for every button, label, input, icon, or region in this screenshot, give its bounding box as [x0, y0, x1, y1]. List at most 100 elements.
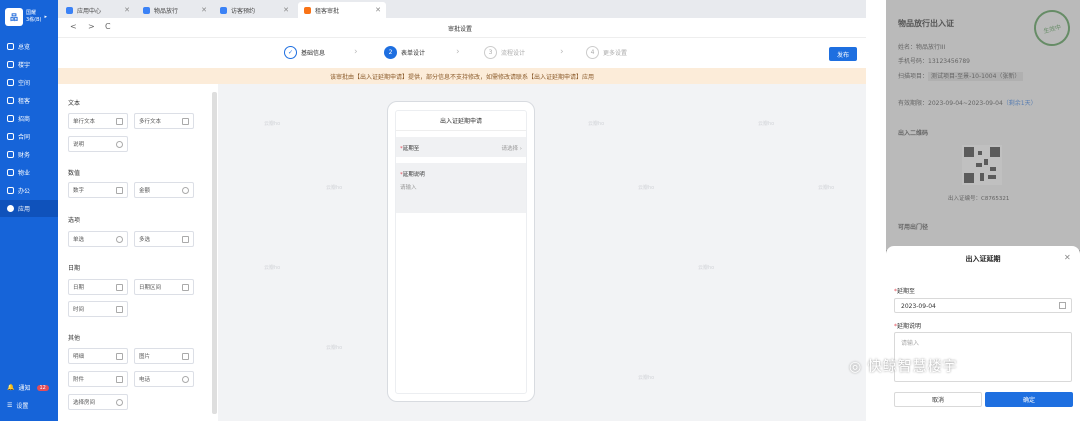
pass-cert-number: 出入证编号：C8765321	[948, 196, 1010, 202]
org-switcher[interactable]: 品 国耀 3栋(B) ▸	[5, 5, 55, 29]
confirm-button[interactable]: 确定	[985, 392, 1073, 407]
step-number: 2	[384, 46, 397, 59]
building-icon	[7, 61, 14, 68]
group-title-number: 数值	[68, 170, 81, 177]
group-title-other: 其他	[68, 335, 81, 342]
gate-section-title: 可用出门径	[898, 224, 929, 231]
field-select-room[interactable]: 选择房间	[68, 394, 128, 410]
close-icon[interactable]: ✕	[124, 6, 130, 14]
tab-visitor[interactable]: 访客预约 ✕	[214, 2, 294, 18]
form-field-extend-note[interactable]: *延期说明 请输入	[396, 163, 526, 213]
brand-text: 快鲸智慧楼宇	[867, 359, 958, 375]
close-icon[interactable]: ✕	[375, 6, 381, 14]
tab-app-center[interactable]: 应用中心 ✕	[60, 2, 135, 18]
field-label: 时间	[73, 307, 85, 313]
step-number: 3	[484, 46, 497, 59]
field-date[interactable]: 日期	[68, 279, 128, 295]
field-image[interactable]: 图片	[134, 348, 194, 364]
field-multi-text[interactable]: 多行文本	[134, 113, 194, 129]
field-number[interactable]: 数字	[68, 182, 128, 198]
org-building: 3栋(B)	[26, 17, 42, 23]
field-placeholder-extend-to: 请选择 ›	[501, 146, 522, 152]
step-more-settings[interactable]: 4 更多设置	[586, 46, 627, 59]
sidebar-item-label: 空间	[18, 80, 31, 87]
tab-tenant-approval[interactable]: 租客审批 ✕	[298, 2, 386, 18]
step-flow-design[interactable]: 3 流程设计	[484, 46, 525, 59]
sidebar-item-space[interactable]: 空间	[0, 74, 58, 91]
sidebar-item-office[interactable]: 办公	[0, 182, 58, 199]
item-release-icon	[143, 6, 150, 14]
watermark: 云瓣ho	[264, 265, 281, 271]
back-button[interactable]: <	[70, 22, 77, 31]
field-time[interactable]: 时间	[68, 301, 128, 317]
form-field-extend-to[interactable]: *延期至 请选择 ›	[396, 137, 526, 157]
extend-date-input[interactable]: 2023-09-04	[894, 298, 1072, 313]
table-icon	[116, 353, 123, 360]
pass-project: 扫描项目： 测试项目-至景-10-1004（张新）	[898, 71, 1024, 81]
field-label: 说明	[73, 142, 85, 148]
sidebar-item-property[interactable]: 物业	[0, 164, 58, 181]
sidebar-item-settings[interactable]: ☰ 设置	[0, 397, 58, 414]
qr-section-title: 出入二维码	[898, 130, 929, 137]
cancel-button[interactable]: 取消	[894, 392, 982, 407]
close-icon[interactable]: ✕	[1064, 253, 1071, 262]
palette-scrollbar[interactable]	[212, 92, 217, 414]
calendar-icon	[116, 284, 123, 291]
approval-icon	[304, 6, 311, 14]
field-detail[interactable]: 明细	[68, 348, 128, 364]
watermark: 云瓣ho	[698, 265, 715, 271]
form-canvas: 云瓣ho 云瓣ho 云瓣ho 云瓣ho 云瓣ho 云瓣ho 云瓣ho 云瓣ho …	[218, 84, 866, 421]
sidebar-item-label: 物业	[18, 170, 31, 177]
sidebar-item-tenant[interactable]: 租客	[0, 92, 58, 109]
field-description[interactable]: 说明	[68, 136, 128, 152]
field-phone[interactable]: 电话	[134, 371, 194, 387]
field-date-range[interactable]: 日期区间	[134, 279, 194, 295]
refresh-button[interactable]: C	[105, 22, 111, 31]
clock-icon	[116, 306, 123, 313]
field-palette: 文本 单行文本 多行文本 说明 数值 数字 金额 选项 单选 多选 日期 日期 …	[58, 84, 218, 421]
extend-date-value: 2023-09-04	[901, 303, 936, 310]
sidebar-item-app[interactable]: 应用	[0, 200, 58, 217]
sidebar-item-contract[interactable]: 合同	[0, 128, 58, 145]
step-form-design[interactable]: 2 表单设计	[384, 46, 425, 59]
tab-label: 访客预约	[231, 7, 256, 15]
sidebar-item-finance[interactable]: 财务	[0, 146, 58, 163]
field-label: 多选	[139, 237, 151, 243]
brand-watermark: ◎ 快鲸智慧楼宇	[849, 356, 958, 376]
tenant-icon	[7, 97, 14, 104]
field-label: 日期	[73, 285, 85, 291]
tab-item-release[interactable]: 物品放行 ✕	[137, 2, 212, 18]
tab-label: 租客审批	[315, 7, 340, 15]
qr-code-icon	[962, 145, 1002, 185]
field-label: 数字	[73, 188, 85, 194]
step-basic-info[interactable]: ✓ 基础信息	[284, 46, 325, 59]
sidebar-item-building[interactable]: 楼宇	[0, 56, 58, 73]
image-icon	[182, 353, 189, 360]
publish-button[interactable]: 发布	[829, 47, 857, 61]
field-amount[interactable]: 金额	[134, 182, 194, 198]
field-multi-select[interactable]: 多选	[134, 231, 194, 247]
dashboard-icon	[7, 43, 14, 50]
visitor-icon	[220, 6, 227, 14]
group-title-text: 文本	[68, 100, 81, 107]
field-single-select[interactable]: 单选	[68, 231, 128, 247]
sidebar-item-notice[interactable]: 🔔 通知 12	[0, 379, 58, 396]
tab-bar: 应用中心 ✕ 物品放行 ✕ 访客预约 ✕ 租客审批 ✕	[58, 0, 866, 18]
sidebar-item-investment[interactable]: 招商	[0, 110, 58, 127]
pass-phone: 手机号码：13123456789	[898, 58, 970, 65]
step-label: 基础信息	[301, 50, 326, 57]
phone-screen: 出入证延期申请 *延期至 请选择 › *延期说明 请输入	[395, 110, 527, 394]
field-label: 日期区间	[139, 285, 162, 291]
field-attachment[interactable]: 附件	[68, 371, 128, 387]
org-name: 国耀	[26, 10, 37, 16]
pass-validity: 有效期限：2023-09-04~2023-09-04（剩余1天）	[898, 100, 1037, 107]
sidebar-item-overview[interactable]: 总览	[0, 38, 58, 55]
watermark: 云瓣ho	[638, 375, 655, 381]
field-single-text[interactable]: 单行文本	[68, 113, 128, 129]
calendar-range-icon	[182, 284, 189, 291]
close-icon[interactable]: ✕	[201, 6, 207, 14]
forward-button[interactable]: >	[88, 22, 95, 31]
caret-right-icon: ▸	[44, 14, 48, 20]
close-icon[interactable]: ✕	[283, 6, 289, 14]
status-stamp: 生效中	[1029, 5, 1075, 51]
